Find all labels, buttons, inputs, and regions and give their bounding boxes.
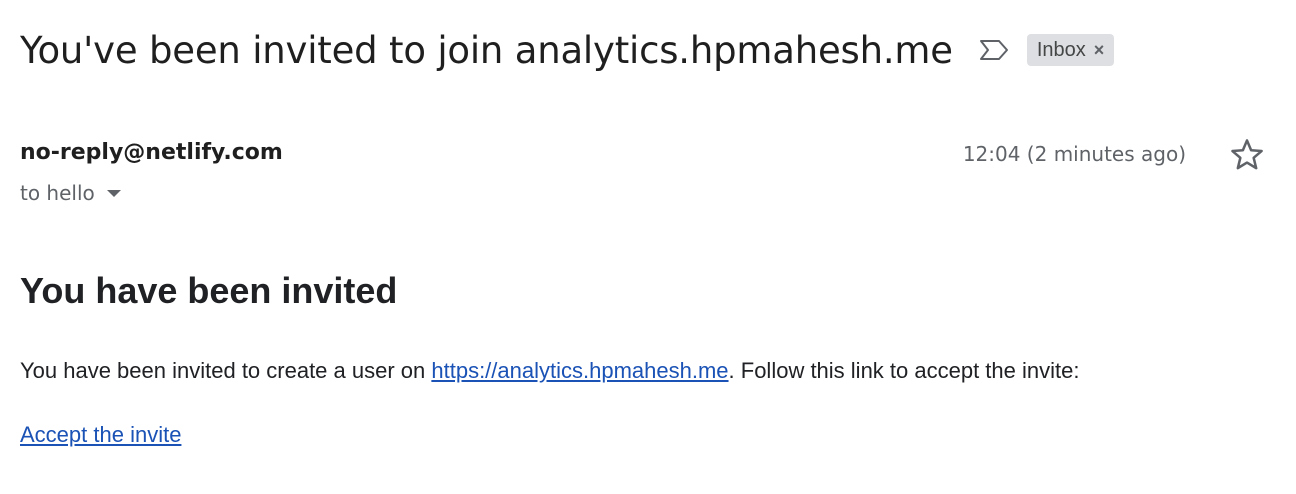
recipient-line: to hello xyxy=(20,181,121,205)
email-timestamp: 12:04 (2 minutes ago) xyxy=(962,142,1186,166)
email-subject: You've been invited to join analytics.hp… xyxy=(20,28,953,72)
remove-label-button[interactable]: × xyxy=(1094,40,1105,61)
sender-address: no-reply@netlify.com xyxy=(20,140,283,165)
body-text-after-link: . Follow this link to accept the invite: xyxy=(728,358,1080,383)
accept-invite-link[interactable]: Accept the invite xyxy=(20,422,181,447)
body-text-before-link: You have been invited to create a user o… xyxy=(20,358,432,383)
site-link[interactable]: https://analytics.hpmahesh.me xyxy=(431,358,728,383)
star-icon[interactable] xyxy=(1228,136,1266,174)
subject-row: You've been invited to join analytics.hp… xyxy=(20,22,1115,78)
recipient-text: to hello xyxy=(20,181,95,205)
importance-marker-icon[interactable] xyxy=(977,37,1011,63)
label-chip-text: Inbox xyxy=(1036,38,1086,61)
email-body-heading: You have been invited xyxy=(20,270,398,311)
label-chip-inbox[interactable]: Inbox × xyxy=(1026,34,1115,66)
chevron-down-icon[interactable] xyxy=(106,189,121,197)
email-body-paragraph: You have been invited to create a user o… xyxy=(20,358,1079,384)
accept-invite-container: Accept the invite xyxy=(20,422,181,448)
